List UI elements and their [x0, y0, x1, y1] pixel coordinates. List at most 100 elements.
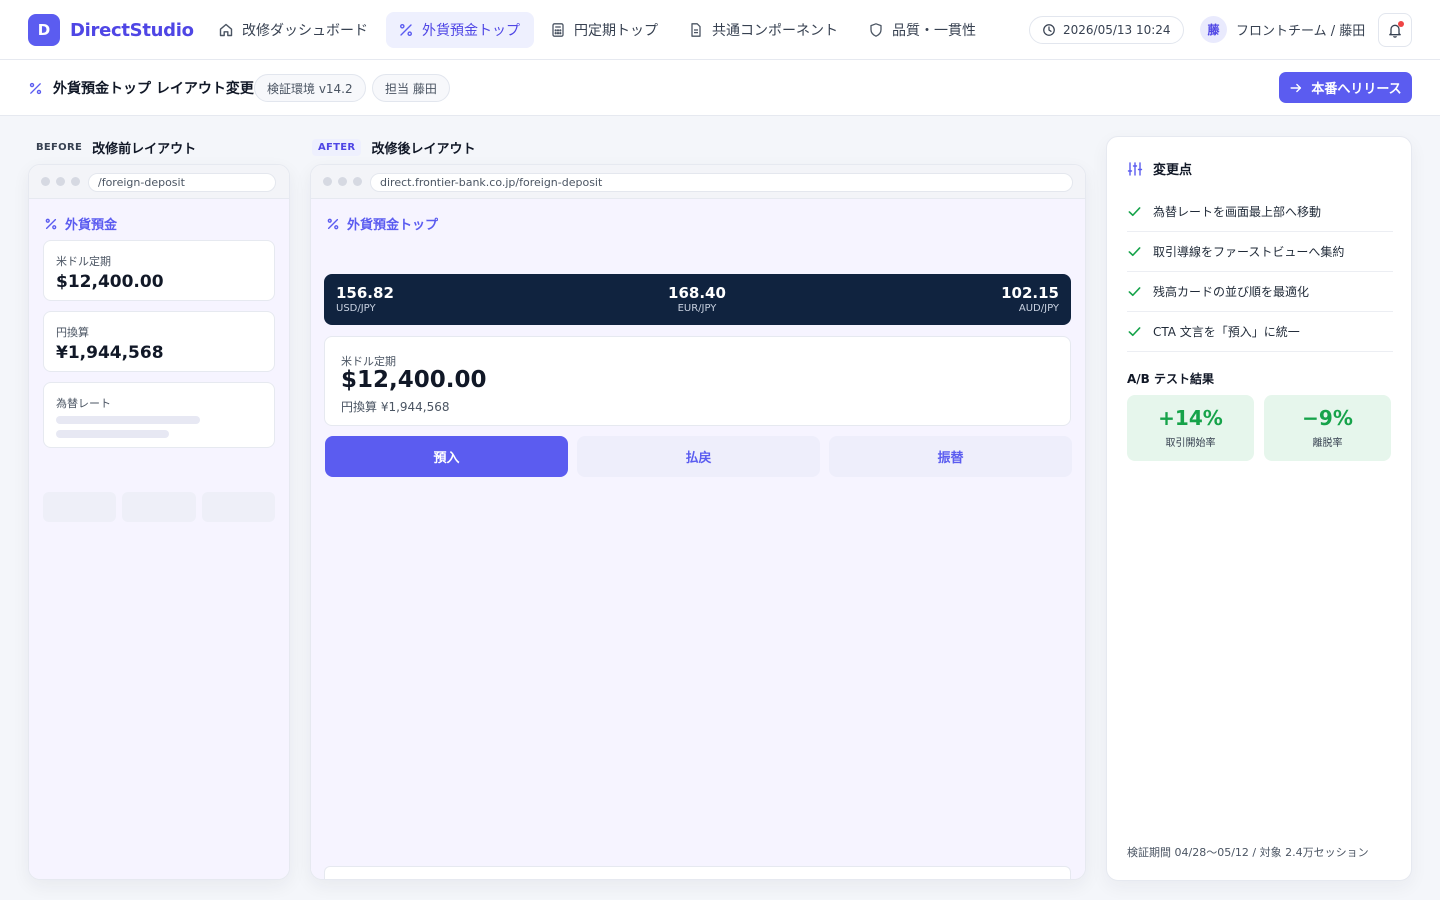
rate-value: 102.15: [1001, 284, 1059, 302]
usd-deposit-card: 米ドル定期 $12,400.00: [43, 240, 275, 301]
notifications-button[interactable]: [1378, 13, 1412, 47]
ab-result-value: +14%: [1158, 406, 1223, 430]
app-name: DirectStudio: [70, 19, 194, 41]
deposit-button[interactable]: 預入: [325, 436, 568, 477]
page-title-text: 外貨預金トップ レイアウト変更: [53, 81, 254, 97]
before-page-title: 外貨預金: [44, 214, 117, 233]
main-nav: 改修ダッシュボード 外貨預金トップ 円定期トップ 共通コンポーネント 品質・一貫…: [206, 12, 990, 48]
release-button-label: 本番へリリース: [1311, 82, 1402, 97]
nav-item-label: 外貨預金トップ: [422, 23, 520, 39]
yen-conversion-card: 円換算 ¥1,944,568: [43, 311, 275, 372]
check-icon: [1128, 247, 1141, 257]
ab-result-bounce: −9% 離脱率: [1264, 395, 1391, 461]
window-controls: [41, 177, 80, 186]
rate-usd-jpy: 156.82 USD/JPY: [336, 284, 394, 314]
rate-aud-jpy: 102.15 AUD/JPY: [1001, 284, 1059, 314]
rate-pair: EUR/JPY: [677, 303, 717, 314]
after-section-label: AFTER 改修後レイアウト: [312, 138, 475, 157]
nav-item-label: 改修ダッシュボード: [242, 23, 368, 39]
shield-icon: [870, 23, 882, 37]
after-page-title: 外貨預金トップ: [326, 214, 438, 233]
url-bar[interactable]: direct.frontier-bank.co.jp/foreign-depos…: [370, 173, 1073, 192]
user-menu[interactable]: 藤 フロントチーム / 藤田: [1200, 16, 1365, 43]
check-icon: [1128, 327, 1141, 337]
change-text: 為替レートを画面最上部へ移動: [1153, 205, 1322, 219]
change-item: 取引導線をファーストビューへ集約: [1127, 232, 1393, 272]
card-value: $12,400.00: [56, 272, 164, 292]
percent-icon: [45, 218, 57, 229]
before-label: 改修前レイアウト: [92, 142, 197, 157]
logo-mark: D: [28, 14, 60, 46]
browser-chrome: /foreign-deposit: [29, 165, 289, 199]
change-item: 為替レートを画面最上部へ移動: [1127, 192, 1393, 232]
nav-item-quality[interactable]: 品質・一貫性: [856, 12, 990, 48]
nav-item-yen-time-deposit[interactable]: 円定期トップ: [538, 12, 672, 48]
before-preview-frame: /foreign-deposit 外貨預金 米ドル定期 $12,400.00 円…: [28, 164, 290, 880]
skeleton-button: [122, 492, 196, 522]
check-icon: [1128, 207, 1141, 217]
card-label: 為替レート: [56, 397, 111, 410]
card-label: 米ドル定期: [56, 255, 111, 268]
ab-result-conversion: +14% 取引開始率: [1127, 395, 1254, 461]
after-page: 外貨預金トップ 156.82 USD/JPY 168.40 EUR/JPY 10…: [311, 199, 1085, 879]
changes-title-text: 変更点: [1153, 163, 1193, 178]
withdraw-button[interactable]: 払戻: [577, 436, 820, 477]
change-item: 残高カードの並び順を最適化: [1127, 272, 1393, 312]
nav-item-label: 共通コンポーネント: [712, 23, 838, 39]
ab-result-label: 取引開始率: [1165, 438, 1216, 449]
change-text: 取引導線をファーストビューへ集約: [1153, 245, 1345, 259]
top-navigation-bar: D DirectStudio 改修ダッシュボード 外貨預金トップ 円定期トップ …: [0, 0, 1440, 60]
clock-icon: [1043, 24, 1055, 36]
percent-icon: [400, 24, 412, 36]
check-icon: [1128, 287, 1141, 297]
nav-item-foreign-deposit[interactable]: 外貨預金トップ: [386, 12, 534, 48]
arrow-right-icon: [1290, 83, 1302, 92]
changes-panel: 変更点 為替レートを画面最上部へ移動 取引導線をファーストビューへ集約 残高カー…: [1106, 136, 1412, 881]
nav-item-label: 品質・一貫性: [892, 23, 976, 39]
browser-chrome: direct.frontier-bank.co.jp/foreign-depos…: [311, 165, 1085, 199]
user-name: フロントチーム / 藤田: [1236, 24, 1366, 39]
skeleton-button: [202, 492, 275, 522]
home-icon: [219, 23, 233, 37]
rate-value: 156.82: [336, 284, 394, 302]
url-bar[interactable]: /foreign-deposit: [88, 173, 276, 192]
change-text: 残高カードの並び順を最適化: [1153, 285, 1310, 299]
skeleton-line: [56, 416, 200, 424]
skeleton-button: [43, 492, 116, 522]
changes-title: 変更点: [1127, 159, 1192, 178]
before-page: 外貨預金 米ドル定期 $12,400.00 円換算 ¥1,944,568 為替レ…: [29, 199, 289, 879]
after-label: 改修後レイアウト: [371, 142, 476, 157]
balance-card: 米ドル定期 $12,400.00 円換算 ¥1,944,568: [324, 336, 1071, 426]
datetime-text: 2026/05/13 10:24: [1063, 23, 1171, 37]
ab-test-title: A/B テスト結果: [1127, 372, 1214, 386]
rate-value: 168.40: [668, 284, 726, 302]
risk-disclaimer: 為替相場の変動により、払戻時の円換算額が預入時を下回り元本割れとなる場合がありま…: [324, 866, 1071, 879]
page-title: 外貨預金トップ レイアウト変更: [28, 78, 254, 98]
environment-chip: 検証環境 v14.2: [254, 74, 366, 102]
nav-item-dashboard[interactable]: 改修ダッシュボード: [206, 12, 382, 48]
before-tag: BEFORE: [36, 142, 83, 153]
rate-pair: AUD/JPY: [1018, 303, 1059, 314]
skeleton-line: [56, 430, 169, 438]
current-datetime: 2026/05/13 10:24: [1029, 16, 1184, 44]
notification-badge: [1398, 21, 1404, 27]
page-title-text: 外貨預金トップ: [347, 218, 439, 233]
page-subheader: 外貨預金トップ レイアウト変更 検証環境 v14.2 担当 藤田 本番へリリース: [0, 60, 1440, 116]
exchange-rate-card: 為替レート: [43, 382, 275, 448]
nav-item-common-components[interactable]: 共通コンポーネント: [676, 12, 852, 48]
release-to-production-button[interactable]: 本番へリリース: [1279, 72, 1412, 103]
page-title-text: 外貨預金: [65, 218, 118, 233]
change-item: CTA 文言を「預入」に統一: [1127, 312, 1393, 352]
transfer-button[interactable]: 振替: [829, 436, 1072, 477]
exchange-rate-banner: 156.82 USD/JPY 168.40 EUR/JPY 102.15 AUD…: [324, 274, 1071, 325]
balance-jpy-equivalent: 円換算 ¥1,944,568: [341, 400, 450, 414]
rate-eur-jpy: 168.40 EUR/JPY: [647, 284, 747, 314]
change-text: CTA 文言を「預入」に統一: [1153, 325, 1300, 339]
card-value: ¥1,944,568: [56, 343, 164, 363]
ab-result-value: −9%: [1302, 406, 1353, 430]
test-period-footnote: 検証期間 04/28〜05/12 / 対象 2.4万セッション: [1127, 846, 1369, 859]
after-preview-frame: direct.frontier-bank.co.jp/foreign-depos…: [310, 164, 1086, 880]
ab-result-label: 離脱率: [1312, 438, 1343, 449]
app-logo[interactable]: D DirectStudio: [28, 14, 194, 46]
balance-value: $12,400.00: [341, 367, 487, 393]
